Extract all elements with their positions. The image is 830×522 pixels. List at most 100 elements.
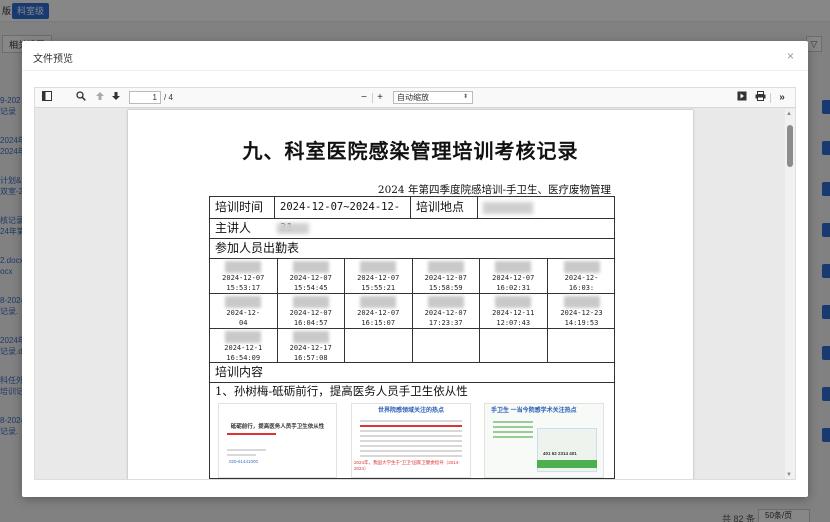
slide-thumbnail: 手卫生 一当今院感学术关注热点 401 62 2314 401 — [484, 403, 604, 478]
tools-menu-icon[interactable]: » — [776, 91, 788, 105]
table-row: 培训时间 2024-12-07~2024-12-31 培训地点 — [210, 197, 615, 234]
label-speaker: 主讲人 — [215, 221, 252, 235]
attendance-cell: 2024-12-23 14:19:53 — [548, 294, 616, 328]
table-row: 培训内容 — [210, 363, 614, 383]
value-training-place-redacted — [478, 197, 615, 218]
document-subtitle: 2024 年第四季度院感培训-手卫生、医疗废物管理 — [377, 184, 611, 196]
attendance-time: 14:19:53 — [564, 319, 599, 327]
page-total: / 4 — [164, 93, 173, 102]
attendance-cell: 2024-12-07 16:02:31 — [480, 259, 548, 293]
attendance-cell — [548, 329, 616, 363]
attendance-cell: 2024-12-07 15:53:17 — [210, 259, 278, 293]
print-icon[interactable] — [754, 91, 766, 105]
attendance-time: 16:54:09 — [226, 354, 261, 362]
zoom-out-button[interactable]: − — [359, 91, 369, 105]
page-number-input[interactable]: 1 — [129, 91, 161, 104]
attendance-date: 2024-12- — [226, 309, 261, 317]
slide-thumbnail-heading: 手卫生 一当今院感学术关注热点 — [491, 408, 577, 414]
attendance-cell: 2024-12-07 16:04:57 — [278, 294, 345, 328]
table-row: 主讲人 — [210, 219, 614, 239]
attendee-name-redacted — [360, 261, 397, 273]
zoom-select[interactable]: 自动缩放 ⬍ — [393, 91, 473, 104]
attendance-row: 2024-12- 04 2024-12-07 16:04:57 2024-12-07 16… — [210, 294, 614, 329]
slide-thumbnail-footer: 020-61441000 — [229, 459, 259, 464]
modal-title: 文件预览 — [33, 54, 73, 65]
attendee-name-redacted — [495, 261, 532, 273]
attendee-name-redacted — [225, 261, 262, 273]
attendance-date: 2024-12-07 — [357, 309, 400, 317]
attendance-cell — [345, 329, 413, 363]
attendance-row: 2024-12-1 16:54:09 2024-12-17 16:57:08 — [210, 329, 614, 363]
vertical-scrollbar[interactable]: ▲ ▼ — [785, 109, 795, 479]
attendance-time: 12:07:43 — [496, 319, 531, 327]
attendance-time: 16:03: — [568, 284, 595, 292]
attendance-cell: 2024-12- 16:03: — [548, 259, 616, 293]
attendance-time: 15:53:17 — [226, 284, 261, 292]
scrollbar-thumb[interactable] — [787, 125, 793, 167]
attendance-time: 04 — [239, 319, 248, 327]
attendee-name-redacted — [360, 296, 397, 308]
attendance-date: 2024-12-07 — [424, 309, 467, 317]
toolbar-divider — [372, 93, 373, 103]
slide-thumbnail-footer: 2024年，我国大学生于"卫卫"国家卫健委指导（2014-2024） — [354, 460, 460, 471]
file-preview-modal: 文件预览 × 1 / 4 − + 自动缩放 ⬍ » 九、科室医院感染管理培训考核… — [22, 41, 808, 497]
attendance-date: 2024-12-17 — [289, 344, 332, 352]
attendance-time: 15:54:45 — [293, 284, 328, 292]
attendee-name-redacted — [427, 261, 464, 273]
attendee-name-redacted — [292, 261, 329, 273]
pdf-toolbar: 1 / 4 − + 自动缩放 ⬍ » — [35, 88, 795, 108]
attendance-time: 16:04:57 — [293, 319, 328, 327]
slide-thumbnail: 世界院感领域关注的热点 2024年，我国大学生于"卫卫"国家卫健委指导（2014… — [351, 403, 471, 478]
attendance-time: 17:23:37 — [428, 319, 463, 327]
attendance-cell: 2024-12-07 15:58:59 — [413, 259, 480, 293]
attendance-date: 2024-12-07 — [492, 274, 535, 282]
value-training-time: 2024-12-07~2024-12-31 — [275, 197, 411, 234]
pdf-page: 九、科室医院感染管理培训考核记录 2024 年第四季度院感培训-手卫生、医疗废物… — [128, 110, 693, 479]
pdf-viewport[interactable]: 九、科室医院感染管理培训考核记录 2024 年第四季度院感培训-手卫生、医疗废物… — [35, 109, 795, 479]
attendance-date: 2024-12-23 — [560, 309, 603, 317]
close-icon[interactable]: × — [787, 50, 794, 62]
scroll-up-icon[interactable]: ▲ — [786, 111, 792, 117]
search-icon[interactable] — [75, 91, 87, 105]
sidebar-toggle-icon[interactable] — [41, 91, 53, 105]
zoom-select-value: 自动缩放 — [397, 93, 429, 102]
document-title: 九、科室医院感染管理培训考核记录 — [242, 139, 579, 163]
previous-page-icon[interactable] — [94, 91, 106, 105]
label-training-time: 培训时间 — [210, 197, 275, 218]
attendee-name-redacted — [225, 331, 262, 343]
training-record-table: 培训时间 2024-12-07~2024-12-31 培训地点 主讲人 参加人员… — [209, 196, 615, 479]
attendee-name-redacted — [292, 296, 329, 308]
attendance-date: 2024-12-11 — [492, 309, 535, 317]
attendance-cell: 2024-12-07 16:15:07 — [345, 294, 413, 328]
label-training-place: 培训地点 — [411, 197, 478, 218]
attendance-time: 16:15:07 — [361, 319, 396, 327]
zoom-in-button[interactable]: + — [375, 91, 385, 105]
slide-thumbnail-heading: 世界院感领域关注的热点 — [377, 408, 444, 414]
attendance-time: 15:58:59 — [428, 284, 463, 292]
attendee-name-redacted — [427, 296, 464, 308]
slide-thumbnail-heading: 砥砺前行，提高医务人员手卫生依从性 — [230, 424, 325, 430]
training-content-area: 1、孙树梅-砥砺前行，提高医务人员手卫生依从性 砥砺前行，提高医务人员手卫生依从… — [210, 383, 614, 478]
attendance-time: 16:02:31 — [496, 284, 531, 292]
attendance-grid: 2024-12-07 15:53:17 2024-12-07 15:54:45 2024… — [210, 259, 614, 363]
attendee-name-redacted — [563, 261, 600, 273]
attendance-cell: 2024-12-07 15:54:45 — [278, 259, 345, 293]
attendance-date: 2024-12-1 — [224, 344, 263, 352]
presentation-mode-icon[interactable] — [736, 91, 748, 105]
attendance-cell: 2024-12-07 15:55:21 — [345, 259, 413, 293]
attendance-cell: 2024-12-17 16:57:08 — [278, 329, 345, 363]
slide-thumbnail-footer: 401 62 2314 401 — [543, 451, 577, 456]
next-page-icon[interactable] — [110, 91, 122, 105]
attendee-name-redacted — [495, 296, 532, 308]
attendance-cell — [480, 329, 548, 363]
label-attendance: 参加人员出勤表 — [215, 241, 300, 255]
scroll-down-icon[interactable]: ▼ — [786, 472, 792, 478]
attendance-cell: 2024-12-1 16:54:09 — [210, 329, 278, 363]
slide-thumbnail: 砥砺前行，提高医务人员手卫生依从性 020-61441000 — [218, 403, 337, 478]
chevron-down-icon: ⬍ — [462, 94, 468, 100]
attendance-date: 2024-12- — [564, 274, 599, 282]
table-row: 参加人员出勤表 — [210, 239, 614, 259]
attendance-row: 2024-12-07 15:53:17 2024-12-07 15:54:45 2024… — [210, 259, 614, 294]
attendee-name-redacted — [225, 296, 262, 308]
attendance-date: 2024-12-07 — [289, 274, 332, 282]
